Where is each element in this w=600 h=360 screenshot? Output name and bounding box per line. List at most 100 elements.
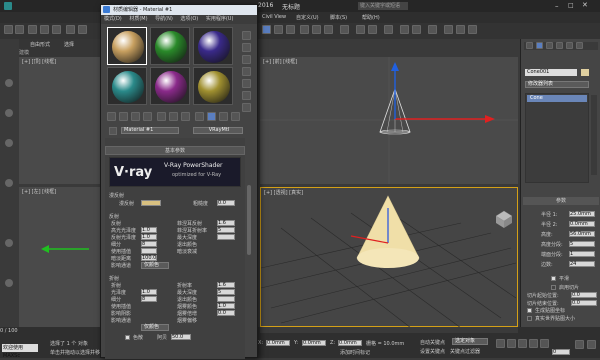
menu-help[interactable]: 帮助(H) xyxy=(362,14,380,21)
backlight-icon[interactable] xyxy=(242,43,251,52)
refl-field[interactable]: 1.0 xyxy=(141,227,157,233)
material-slot[interactable] xyxy=(193,67,233,105)
refl-field[interactable]: 8 xyxy=(141,241,157,247)
system-icon[interactable] xyxy=(5,279,13,287)
roughness-field[interactable]: 0.0 xyxy=(217,200,235,206)
menu-utilities[interactable]: 实用程序(U) xyxy=(206,16,234,22)
eyedropper-icon[interactable] xyxy=(109,127,117,135)
gen-map-checkbox[interactable] xyxy=(527,308,532,313)
param-field[interactable]: 24 xyxy=(569,261,595,267)
key-filters-button[interactable]: 关键点过滤器 xyxy=(450,348,480,355)
viewport-perspective[interactable]: [+] [透视] [真实] xyxy=(260,187,518,328)
undo-icon[interactable] xyxy=(4,25,13,34)
material-editor-icon[interactable] xyxy=(428,25,437,34)
menu-material[interactable]: 材质(M) xyxy=(129,16,147,22)
zoom-icon[interactable] xyxy=(575,340,584,349)
param-field[interactable]: 25.0mm xyxy=(569,211,595,217)
refr-right-field[interactable]: 5 xyxy=(217,289,235,295)
unlink-icon[interactable] xyxy=(40,25,49,34)
curve-editor-icon[interactable] xyxy=(400,25,409,34)
slice-checkbox[interactable] xyxy=(551,285,556,290)
param-field[interactable]: 1 xyxy=(569,251,595,257)
move-icon[interactable] xyxy=(262,25,271,34)
selected-objects-dropdown[interactable]: 选定对象 xyxy=(452,338,488,345)
slice-from-field[interactable]: 0.0 xyxy=(571,292,597,298)
refr-right-field[interactable]: 0.0 xyxy=(217,310,235,316)
y-coordinate-field[interactable]: 0.0mm xyxy=(302,340,326,346)
parameters-rollout[interactable]: 参数 xyxy=(523,197,599,205)
camera-icon[interactable] xyxy=(5,179,13,187)
rotate-icon[interactable] xyxy=(274,25,283,34)
render-icon[interactable] xyxy=(468,25,477,34)
timeline-track[interactable] xyxy=(260,327,518,333)
menu-civil-view[interactable]: Civil View xyxy=(262,14,286,20)
get-material-icon[interactable] xyxy=(107,112,116,121)
search-input[interactable]: 键入关键字或短语 xyxy=(358,2,408,10)
reset-map-icon[interactable] xyxy=(143,112,152,121)
refl-right-field[interactable]: 1.6 xyxy=(217,220,235,226)
maximize-icon[interactable]: □ xyxy=(568,2,574,9)
background-icon[interactable] xyxy=(242,55,251,64)
refr-channel-dropdown[interactable]: 仅颜色 xyxy=(141,324,169,331)
maxscript-listener[interactable]: 欢迎使用 MAXSc xyxy=(2,344,38,359)
z-coordinate-field[interactable]: 0.0mm xyxy=(338,340,362,346)
redo-icon[interactable] xyxy=(15,25,24,34)
setkey-button[interactable]: 设置关键点 xyxy=(420,348,445,355)
real-world-checkbox[interactable] xyxy=(527,316,532,321)
abbe-field[interactable]: 50.0 xyxy=(171,334,191,340)
slice-to-field[interactable]: 0.0 xyxy=(571,300,597,306)
object-color-swatch[interactable] xyxy=(581,69,589,76)
align-icon[interactable] xyxy=(368,25,377,34)
refl-field[interactable]: 1.0 xyxy=(141,234,157,240)
menu-options[interactable]: 选项(O) xyxy=(180,16,198,22)
material-slot[interactable] xyxy=(107,27,147,65)
uv-tiling-icon[interactable] xyxy=(242,67,251,76)
motion-tab-icon[interactable] xyxy=(556,42,563,49)
refr-right-field[interactable]: 1.6 xyxy=(217,282,235,288)
material-id-icon[interactable] xyxy=(195,112,204,121)
prev-frame-icon[interactable] xyxy=(507,339,516,348)
viewport-front[interactable]: [+] [前] [线框] xyxy=(260,57,518,184)
close-icon[interactable]: ✕ xyxy=(582,1,588,9)
show-map-icon[interactable] xyxy=(207,112,216,121)
helper-icon[interactable] xyxy=(5,239,13,247)
material-type-button[interactable]: VRayMtl xyxy=(193,127,243,134)
menu-script[interactable]: 脚本(S) xyxy=(330,14,347,21)
basic-params-rollout[interactable]: 基本参数 xyxy=(105,146,245,155)
shape-icon[interactable] xyxy=(5,139,13,147)
param-field[interactable]: 56.0mm xyxy=(569,231,595,237)
tab-selection[interactable]: 选择 xyxy=(64,41,74,48)
menu-customize[interactable]: 自定义(U) xyxy=(296,14,319,21)
light-icon[interactable] xyxy=(5,109,13,117)
sample-type-icon[interactable] xyxy=(242,31,251,40)
scrollbar-thumb[interactable] xyxy=(247,185,251,255)
make-unique-icon[interactable] xyxy=(169,112,178,121)
param-field[interactable]: 0.0mm xyxy=(569,221,595,227)
show-end-result-icon[interactable] xyxy=(219,112,228,121)
material-slot[interactable] xyxy=(150,27,190,65)
go-to-parent-icon[interactable] xyxy=(231,112,240,121)
smooth-checkbox[interactable] xyxy=(551,276,556,281)
percent-snap-icon[interactable] xyxy=(324,25,333,34)
snap-icon[interactable] xyxy=(300,25,309,34)
refr-right-field[interactable]: 1.0 xyxy=(217,303,235,309)
next-frame-icon[interactable] xyxy=(529,339,538,348)
material-slot[interactable] xyxy=(193,27,233,65)
refl-field[interactable] xyxy=(141,248,157,254)
refr-field[interactable]: 1.0 xyxy=(141,289,157,295)
put-library-icon[interactable] xyxy=(181,112,190,121)
modify-tab-icon[interactable] xyxy=(536,42,543,49)
tab-freeform[interactable]: 自由形式 xyxy=(30,41,50,48)
named-selection-icon[interactable] xyxy=(340,25,349,34)
video-check-icon[interactable] xyxy=(242,79,251,88)
link-icon[interactable] xyxy=(28,25,37,34)
goto-start-icon[interactable] xyxy=(496,339,505,348)
param-field[interactable]: 5 xyxy=(569,241,595,247)
create-tab-icon[interactable] xyxy=(526,42,533,49)
object-name-field[interactable]: Cone001 xyxy=(525,69,577,76)
schematic-icon[interactable] xyxy=(412,25,421,34)
x-coordinate-field[interactable]: 0.0mm xyxy=(266,340,290,346)
mirror-icon[interactable] xyxy=(356,25,365,34)
refl-field[interactable]: 100.0 xyxy=(141,255,157,261)
make-preview-icon[interactable] xyxy=(242,91,251,100)
